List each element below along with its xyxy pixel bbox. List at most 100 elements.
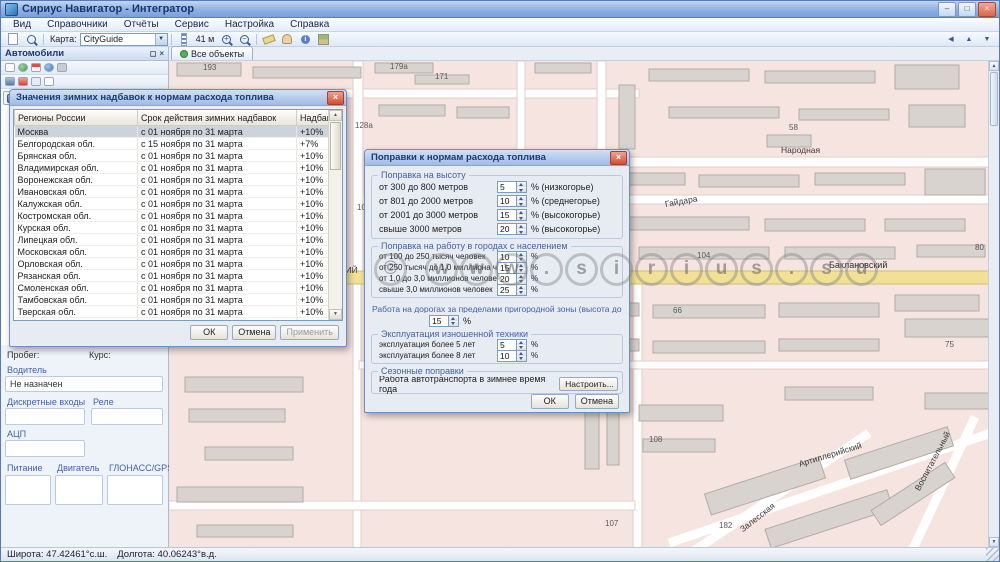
menu-item-0[interactable]: Вид	[5, 18, 39, 31]
chevron-down-icon[interactable]: ▼	[155, 34, 167, 45]
report-icon[interactable]	[5, 63, 15, 72]
spinner-input[interactable]: 25	[497, 284, 527, 296]
table-row[interactable]: Ивановская обл.с 01 ноября по 31 марта+1…	[15, 186, 344, 198]
table-row[interactable]: Владимирская обл.с 01 ноября по 31 марта…	[15, 162, 344, 174]
spinner-down-icon[interactable]	[517, 290, 526, 295]
spinner-row: от 801 до 2000 метров10% (среднегорье)	[379, 194, 618, 208]
winter-allowances-dialog: Значения зимних надбавок к нормам расход…	[9, 89, 347, 347]
table-row[interactable]: Рязанская обл.с 01 ноября по 31 марта+10…	[15, 270, 344, 282]
menu-item-1[interactable]: Справочники	[39, 18, 116, 31]
column-header-region[interactable]: Регионы России	[15, 110, 138, 126]
table-row[interactable]: Калужская обл.с 01 ноября по 31 марта+10…	[15, 198, 344, 210]
calendar-icon[interactable]	[31, 63, 41, 72]
spinner-input[interactable]: 15	[497, 209, 527, 221]
refresh-icon[interactable]	[31, 77, 41, 86]
scrollbar-thumb[interactable]	[990, 72, 998, 126]
spinner-down-icon[interactable]	[517, 279, 526, 284]
table-scroll-up-icon[interactable]: ▲	[329, 110, 342, 121]
pan-icon[interactable]	[278, 32, 296, 47]
add-vehicle-icon[interactable]	[5, 77, 15, 86]
scrollbar-up-icon[interactable]: ▲	[989, 61, 999, 71]
info-icon[interactable]: i	[296, 32, 314, 47]
table-row[interactable]: Костромская обл.с 01 ноября по 31 марта+…	[15, 210, 344, 222]
map-source-select[interactable]: CityGuide ▼	[80, 33, 168, 46]
spinner-down-icon[interactable]	[517, 345, 526, 350]
configure-button[interactable]: Настроить...	[559, 377, 618, 391]
map-vertical-scrollbar[interactable]: ▲ ▼	[988, 61, 999, 547]
spinner-down-icon[interactable]	[517, 229, 526, 234]
menu-item-2[interactable]: Отчёты	[116, 18, 167, 31]
table-row[interactable]: Смоленская обл.с 01 ноября по 31 марта+1…	[15, 282, 344, 294]
corrections-dialog-close-icon[interactable]: ×	[610, 151, 627, 165]
table-row[interactable]: Тульская обл.с 01 ноября по 31 марта+10%	[15, 318, 344, 322]
spinner-input[interactable]: 5	[497, 181, 527, 193]
close-button[interactable]: ×	[978, 2, 996, 17]
glonass-box	[107, 475, 163, 505]
spinner-input[interactable]: 20	[497, 223, 527, 235]
table-row[interactable]: Воронежская обл.с 01 ноября по 31 марта+…	[15, 174, 344, 186]
minimize-button[interactable]: –	[938, 2, 956, 17]
table-row[interactable]: Москвас 01 ноября по 31 марта+10%	[15, 126, 344, 138]
menu-item-4[interactable]: Настройка	[217, 18, 282, 31]
zoom-in-icon[interactable]: +	[217, 32, 235, 47]
spinner-input[interactable]: 10	[497, 350, 527, 362]
collapse-left-icon[interactable]: ◀	[942, 32, 960, 47]
tab-all-objects[interactable]: Все объекты	[171, 46, 253, 60]
building-number: 193	[203, 63, 216, 72]
spinner-down-icon[interactable]	[449, 321, 458, 326]
ok-button[interactable]: ОК	[531, 394, 569, 409]
remove-vehicle-icon[interactable]	[18, 77, 28, 86]
spinner-down-icon[interactable]	[517, 215, 526, 220]
cancel-button[interactable]: Отмена	[575, 394, 619, 409]
vehicles-panel-header: Автомобили ◻ ×	[1, 47, 168, 61]
apply-button[interactable]: Применить	[280, 325, 339, 340]
spinner-row-suffix: % (низкогорье)	[531, 182, 593, 192]
spinner-row-suffix: %	[531, 263, 538, 272]
start-tracking-icon[interactable]	[18, 63, 28, 72]
settings-icon[interactable]	[57, 63, 67, 72]
spinner-down-icon[interactable]	[517, 201, 526, 206]
spinner-row-label: от 801 до 2000 метров	[379, 196, 497, 206]
table-row[interactable]: Орловская обл.с 01 ноября по 31 марта+10…	[15, 258, 344, 270]
spinner-down-icon[interactable]	[517, 187, 526, 192]
menu-item-3[interactable]: Сервис	[167, 18, 217, 31]
scrollbar-down-icon[interactable]: ▼	[989, 537, 999, 547]
table-row[interactable]: Тамбовская обл.с 01 ноября по 31 марта+1…	[15, 294, 344, 306]
open-page-icon[interactable]	[4, 32, 22, 47]
search-icon[interactable]	[22, 32, 40, 47]
table-scrollbar[interactable]: ▲ ▼	[328, 110, 342, 320]
ok-button[interactable]: ОК	[190, 325, 228, 340]
table-scroll-down-icon[interactable]: ▼	[329, 309, 342, 320]
cancel-button[interactable]: Отмена	[232, 325, 276, 340]
table-row[interactable]: Тверская обл.с 01 ноября по 31 марта+10%	[15, 306, 344, 318]
spinner-input[interactable]: 10	[497, 195, 527, 207]
measure-icon[interactable]	[260, 32, 278, 47]
spinner-row: свыше 3,0 миллионов человек25%	[379, 284, 618, 295]
pin-icon[interactable]: ◻	[150, 49, 157, 58]
spinner-down-icon[interactable]	[517, 257, 526, 262]
scroll-up-icon[interactable]: ▲	[960, 32, 978, 47]
layers-icon[interactable]	[314, 32, 332, 47]
edit-vehicle-icon[interactable]	[44, 77, 54, 86]
spinner-row-suffix: % (высокогорье)	[531, 210, 600, 220]
scale-slider-icon[interactable]	[175, 32, 193, 47]
table-row[interactable]: Белгородская обл.с 15 ноября по 31 марта…	[15, 138, 344, 150]
spinner-down-icon[interactable]	[517, 268, 526, 273]
column-header-period[interactable]: Срок действия зимних надбавок	[138, 110, 297, 126]
show-on-map-icon[interactable]	[44, 63, 54, 72]
table-row[interactable]: Московская обл.с 01 ноября по 31 марта+1…	[15, 246, 344, 258]
table-scroll-thumb[interactable]	[330, 122, 341, 170]
table-row[interactable]: Липецкая обл.с 01 ноября по 31 марта+10%	[15, 234, 344, 246]
winter-dialog-close-icon[interactable]: ×	[327, 91, 344, 105]
table-row[interactable]: Брянская обл.с 01 ноября по 31 марта+10%	[15, 150, 344, 162]
spinner-row-suffix: %	[531, 274, 538, 283]
maximize-button[interactable]: □	[958, 2, 976, 17]
table-row[interactable]: Курская обл.с 01 ноября по 31 марта+10%	[15, 222, 344, 234]
spinner-input[interactable]: 15	[429, 315, 459, 327]
menu-item-5[interactable]: Справка	[282, 18, 337, 31]
resize-grip[interactable]	[986, 548, 999, 561]
scroll-down-icon[interactable]: ▼	[978, 32, 996, 47]
panel-close-icon[interactable]: ×	[159, 49, 164, 58]
spinner-down-icon[interactable]	[517, 356, 526, 361]
zoom-out-icon[interactable]: −	[235, 32, 253, 47]
